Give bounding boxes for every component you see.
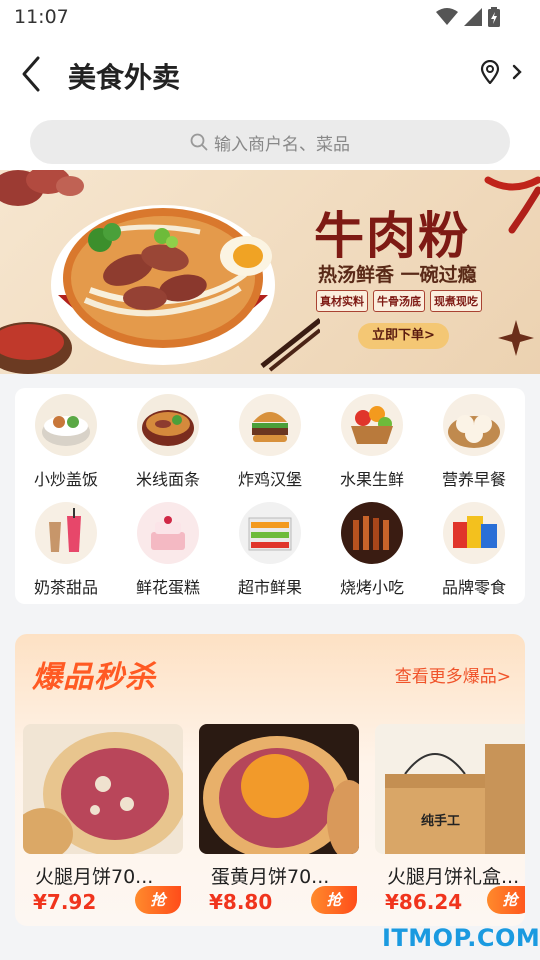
category-grid: 小炒盖饭 米线面条 炸鸡汉堡 水果生鲜 营养早餐 奶茶甜品 鲜花蛋糕 超市鲜果 … — [15, 388, 525, 604]
category-item[interactable]: 品牌零食 — [423, 502, 525, 598]
category-label: 米线面条 — [135, 470, 200, 489]
grab-button[interactable]: 抢 — [487, 886, 525, 914]
dumpling-icon — [443, 394, 505, 456]
grab-button[interactable]: 抢 — [311, 886, 357, 914]
product-name: 火腿月饼礼盒... — [387, 866, 520, 888]
category-item[interactable]: 炸鸡汉堡 — [219, 394, 321, 490]
search-placeholder: 输入商户名、菜品 — [214, 134, 350, 155]
banner-subtitle: 热汤鲜香 一碗过瘾 — [318, 264, 477, 286]
banner-tags: 真材实料 牛骨汤底 现煮现吃 — [316, 290, 482, 312]
category-item[interactable]: 鲜花蛋糕 — [117, 502, 219, 598]
chevron-right-icon — [512, 64, 522, 80]
product-image: 纯手工 — [375, 724, 525, 854]
category-item[interactable]: 超市鲜果 — [219, 502, 321, 598]
status-icons — [436, 7, 500, 27]
product-price: ¥8.80 — [209, 890, 273, 914]
status-bar: 11:07 — [0, 0, 540, 36]
view-more-link[interactable]: 查看更多爆品> — [395, 662, 511, 687]
category-label: 炸鸡汉堡 — [237, 470, 302, 489]
product-image — [199, 724, 359, 854]
grab-button[interactable]: 抢 — [135, 886, 181, 914]
banner-tag: 真材实料 — [316, 290, 368, 312]
category-item[interactable]: 小炒盖饭 — [15, 394, 117, 490]
cake-icon — [137, 502, 199, 564]
cellular-signal-icon — [464, 8, 482, 26]
supermarket-icon — [239, 502, 301, 564]
category-label: 烧烤小吃 — [339, 578, 404, 597]
product-price: ¥7.92 — [33, 890, 97, 914]
product-card[interactable]: 蛋黄月饼70... ¥8.80 抢 — [199, 724, 359, 924]
header: 美食外卖 — [0, 36, 540, 116]
category-label: 超市鲜果 — [237, 578, 302, 597]
wifi-icon — [436, 8, 458, 25]
category-item[interactable]: 烧烤小吃 — [321, 502, 423, 598]
banner-tag: 现煮现吃 — [430, 290, 482, 312]
product-image — [23, 724, 183, 854]
location-button[interactable] — [480, 60, 522, 84]
beef-noodle-image — [0, 170, 320, 374]
watermark-logo: ITMOP.COM — [382, 924, 540, 952]
search-icon — [190, 133, 208, 151]
search-section: 输入商户名、菜品 — [0, 116, 540, 172]
product-price: ¥86.24 — [385, 890, 463, 914]
status-time: 11:07 — [14, 6, 69, 28]
star-anise-decoration — [498, 320, 534, 356]
back-button[interactable] — [18, 54, 48, 94]
product-name: 蛋黄月饼70... — [211, 866, 330, 888]
category-item[interactable]: 营养早餐 — [423, 394, 525, 490]
milk-tea-icon — [35, 502, 97, 564]
order-now-button[interactable]: 立即下单> — [358, 323, 449, 349]
category-item[interactable]: 水果生鲜 — [321, 394, 423, 490]
bbq-icon — [341, 502, 403, 564]
burger-icon — [239, 394, 301, 456]
product-card[interactable]: 火腿月饼70... ¥7.92 抢 — [23, 724, 183, 924]
banner-tag: 牛骨汤底 — [373, 290, 425, 312]
chevron-left-icon — [22, 56, 40, 92]
category-label: 鲜花蛋糕 — [135, 578, 200, 597]
product-name: 火腿月饼70... — [35, 866, 154, 888]
category-label: 营养早餐 — [441, 470, 506, 489]
fruit-basket-icon — [341, 394, 403, 456]
flash-sale-section: 爆品秒杀 查看更多爆品> 火腿月饼70... ¥7.92 抢 蛋黄月饼70...… — [15, 634, 525, 926]
promo-banner[interactable]: 牛肉粉 热汤鲜香 一碗过瘾 真材实料 牛骨汤底 现煮现吃 立即下单> — [0, 170, 540, 374]
category-item[interactable]: 奶茶甜品 — [15, 502, 117, 598]
snacks-icon — [443, 502, 505, 564]
category-label: 水果生鲜 — [339, 470, 404, 489]
category-label: 小炒盖饭 — [33, 470, 98, 489]
search-input[interactable]: 输入商户名、菜品 — [30, 120, 510, 164]
noodle-bowl-icon — [137, 394, 199, 456]
rice-bowl-icon — [35, 394, 97, 456]
product-card[interactable]: 纯手工 火腿月饼礼盒... ¥86.24 抢 — [375, 724, 525, 924]
flash-sale-title: 爆品秒杀 — [32, 660, 156, 695]
chili-decoration — [484, 176, 540, 234]
location-pin-icon — [480, 60, 500, 84]
page-title: 美食外卖 — [68, 61, 181, 94]
gift-box-label: 纯手工 — [421, 814, 461, 829]
category-item[interactable]: 米线面条 — [117, 394, 219, 490]
banner-title: 牛肉粉 — [314, 206, 470, 265]
battery-icon — [488, 7, 500, 27]
category-label: 奶茶甜品 — [33, 578, 98, 597]
category-label: 品牌零食 — [441, 578, 506, 597]
